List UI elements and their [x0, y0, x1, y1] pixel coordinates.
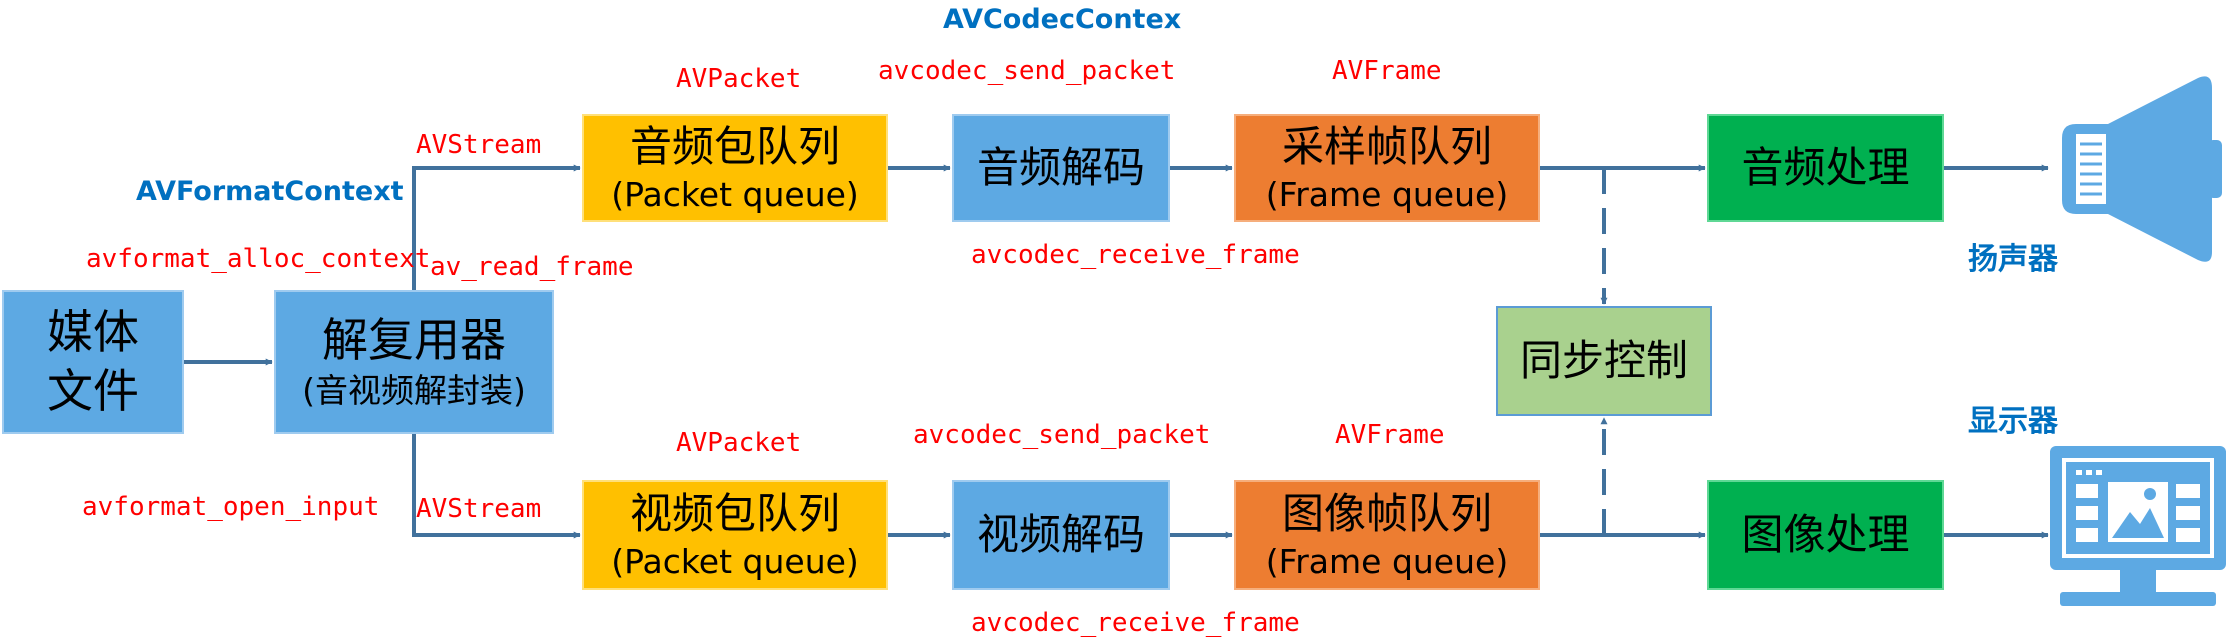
audio-avpacket-label: AVPacket	[676, 64, 802, 94]
demuxer-subtitle: (音视频解封装)	[302, 371, 526, 411]
avcodec-context-label: AVCodecContex	[943, 4, 1182, 35]
sample-frame-queue-box: 采样帧队列 (Frame queue)	[1234, 114, 1540, 222]
video-avframe-label: AVFrame	[1335, 420, 1445, 450]
image-frame-queue-box: 图像帧队列 (Frame queue)	[1234, 480, 1540, 590]
video-packet-queue-subtitle: (Packet queue)	[611, 541, 859, 581]
audio-packet-queue-subtitle: (Packet queue)	[611, 174, 859, 214]
demuxer-box: 解复用器 (音视频解封装)	[274, 290, 554, 434]
av-read-frame-label: av_read_frame	[430, 252, 634, 282]
speaker-label: 扬声器	[1968, 242, 2058, 277]
audio-decode-title: 音频解码	[976, 143, 1145, 193]
sync-control-title: 同步控制	[1519, 336, 1688, 386]
demuxer-title: 解复用器	[322, 313, 506, 368]
sync-control-box: 同步控制	[1496, 306, 1712, 416]
image-frame-queue-subtitle: (Frame queue)	[1265, 541, 1509, 581]
media-file-line2: 文件	[47, 364, 139, 418]
avformat-open-input-label: avformat_open_input	[82, 492, 380, 522]
video-receive-frame-label: avcodec_receive_frame	[971, 608, 1300, 638]
display-label: 显示器	[1968, 404, 2058, 439]
image-process-box: 图像处理	[1707, 480, 1944, 590]
audio-send-packet-label: avcodec_send_packet	[878, 56, 1176, 86]
video-avstream-label: AVStream	[416, 494, 542, 524]
audio-packet-queue-box: 音频包队列 (Packet queue)	[582, 114, 888, 222]
avformat-context-label: AVFormatContext	[136, 176, 404, 207]
audio-process-title: 音频处理	[1741, 143, 1910, 193]
audio-receive-frame-label: avcodec_receive_frame	[971, 240, 1300, 270]
audio-avframe-label: AVFrame	[1332, 56, 1442, 86]
sample-frame-queue-subtitle: (Frame queue)	[1265, 174, 1509, 214]
audio-packet-queue-title: 音频包队列	[629, 122, 840, 171]
media-file-box: 媒体 文件	[2, 290, 184, 434]
audio-process-box: 音频处理	[1707, 114, 1944, 222]
image-process-title: 图像处理	[1741, 510, 1910, 560]
media-file-line1: 媒体	[47, 305, 139, 360]
image-frame-queue-title: 图像帧队列	[1281, 489, 1492, 538]
audio-avstream-label: AVStream	[416, 130, 542, 160]
video-send-packet-label: avcodec_send_packet	[913, 420, 1211, 450]
video-decode-box: 视频解码	[952, 480, 1170, 590]
sample-frame-queue-title: 采样帧队列	[1281, 122, 1492, 171]
video-packet-queue-title: 视频包队列	[629, 489, 840, 538]
avformat-alloc-context-label: avformat_alloc_context	[86, 244, 431, 274]
audio-decode-box: 音频解码	[952, 114, 1170, 222]
video-packet-queue-box: 视频包队列 (Packet queue)	[582, 480, 888, 590]
video-decode-title: 视频解码	[976, 510, 1145, 560]
video-avpacket-label: AVPacket	[676, 428, 802, 458]
